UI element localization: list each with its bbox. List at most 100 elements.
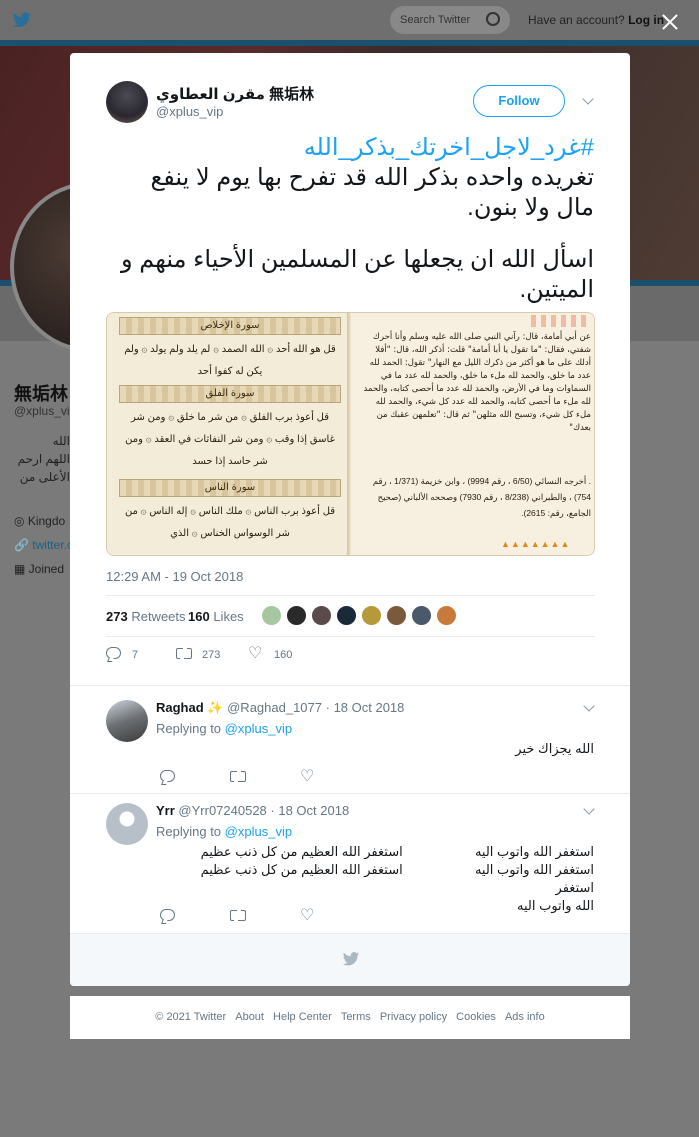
- reply-author-name[interactable]: Raghad: [156, 700, 204, 715]
- reply-actions: ♡: [160, 768, 360, 786]
- profile-name: 無垢林: [14, 384, 68, 404]
- top-navigation-bar: Search Twitter Have an account? Log in: [0, 0, 699, 40]
- reply-author-name[interactable]: Yrr: [156, 803, 175, 818]
- footer-privacy-link[interactable]: Privacy policy: [380, 1011, 447, 1023]
- tweet-stats: 273 Retweets 160 Likes: [106, 595, 595, 637]
- search-icon[interactable]: [486, 12, 500, 26]
- reply-item[interactable]: Raghad ✨ @Raghad_1077 · 18 Oct 2018 Repl…: [106, 700, 596, 795]
- footer-about-link[interactable]: About: [235, 1011, 264, 1023]
- chevron-down-icon[interactable]: [582, 95, 594, 107]
- retweet-count: 273: [202, 649, 221, 661]
- liker-avatar[interactable]: [436, 605, 457, 626]
- profile-bio: الله اللهم ارحم الأعلى من: [14, 432, 70, 486]
- reply-header: Raghad ✨ @Raghad_1077 · 18 Oct 2018: [156, 700, 404, 716]
- heart-icon[interactable]: ♡: [300, 908, 314, 924]
- retweet-icon[interactable]: [230, 908, 246, 922]
- location-text: Kingdo: [27, 514, 66, 528]
- replying-to-handle[interactable]: @xplus_vip: [225, 824, 292, 839]
- follow-button[interactable]: Follow: [473, 85, 565, 117]
- tweet-text-line: تغريده واحده بذكر الله قد تفرح بها يوم ل…: [150, 164, 594, 191]
- divider: [70, 793, 630, 794]
- search-input[interactable]: Search Twitter: [390, 6, 510, 34]
- tweet-timestamp[interactable]: 12:29 AM - 19 Oct 2018: [106, 569, 243, 584]
- liker-avatar[interactable]: [386, 605, 407, 626]
- twitter-bird-icon[interactable]: [12, 10, 32, 30]
- retweet-icon[interactable]: [230, 769, 246, 783]
- reply-icon[interactable]: [106, 647, 121, 659]
- website-text[interactable]: twitter.c: [32, 538, 73, 552]
- chevron-down-icon[interactable]: [583, 702, 595, 714]
- divider: [70, 685, 630, 686]
- reply-item[interactable]: Yrr @Yrr07240528 · 18 Oct 2018 Replying …: [106, 803, 596, 924]
- account-prompt-text: Have an account?: [528, 13, 625, 27]
- tweet-hashtag[interactable]: #غرد_لاجل_اخرتك_بذكر_الله: [106, 133, 594, 163]
- liker-avatar[interactable]: [311, 605, 332, 626]
- author-display-name[interactable]: مقرن العطاوي 無垢林: [156, 83, 314, 104]
- like-count: 160: [274, 649, 293, 661]
- replying-to: Replying to @xplus_vip: [156, 824, 292, 839]
- replying-label: Replying to: [156, 824, 222, 839]
- likes-count: 160: [188, 609, 210, 624]
- replying-to-handle[interactable]: @xplus_vip: [225, 721, 292, 736]
- tweet-actions: 7 273 ♡ 160: [106, 645, 595, 667]
- quran-verse: قل أعوذ برب الفلق ۞ من شر ما خلق ۞ ومن ش…: [125, 412, 335, 467]
- chevron-down-icon[interactable]: [583, 805, 595, 817]
- tweet-text-line: اسأل الله ان يجعلها عن المسلمين الأحياء …: [121, 246, 594, 273]
- hadith-page: عن أبي أمامة، قال: رآني النبي صلى الله ع…: [351, 313, 594, 555]
- heart-icon[interactable]: ♡: [248, 646, 262, 662]
- reply-text: الله يجزاك خير: [515, 741, 594, 756]
- replying-label: Replying to: [156, 721, 222, 736]
- reply-header: Yrr @Yrr07240528 · 18 Oct 2018: [156, 803, 349, 818]
- bio-line: الأعلى من: [19, 470, 70, 484]
- retweets-count: 273: [106, 609, 128, 624]
- tweet-text-line: مال ولا بنون.: [467, 194, 594, 221]
- twitter-bird-icon: [342, 952, 360, 966]
- reply-author-handle[interactable]: @Yrr07240528: [178, 803, 266, 818]
- retweets-label: Retweets: [131, 609, 186, 624]
- retweets-stat[interactable]: 273 Retweets: [106, 609, 186, 624]
- liker-avatar[interactable]: [261, 605, 282, 626]
- liker-avatar[interactable]: [286, 605, 307, 626]
- reply-author-handle[interactable]: @Raghad_1077: [227, 700, 322, 715]
- surah-title: سورة الإخلاص: [200, 320, 260, 331]
- profile-handle: @xplus_vi: [14, 404, 70, 418]
- footer-terms-link[interactable]: Terms: [341, 1011, 371, 1023]
- hadith-text: عن أبي أمامة، قال: رآني النبي صلى الله ع…: [363, 332, 591, 433]
- tweet-media-image[interactable]: سورة الإخلاص قل هو الله أحد ۞ الله الصمد…: [106, 312, 595, 556]
- author-handle[interactable]: @xplus_vip: [156, 104, 223, 119]
- footer-cookies-link[interactable]: Cookies: [456, 1011, 496, 1023]
- reply-icon[interactable]: [160, 770, 175, 782]
- reply-count: 7: [132, 649, 139, 661]
- flame-ornament: ▲▲▲▲▲▲▲: [501, 539, 571, 549]
- tweet-text-line: الميتين.: [519, 276, 594, 303]
- profile-website[interactable]: 🔗 twitter.c: [14, 538, 73, 552]
- author-avatar[interactable]: [106, 81, 148, 123]
- bio-line: اللهم ارحم: [17, 452, 70, 466]
- liker-avatar[interactable]: [361, 605, 382, 626]
- reply-avatar[interactable]: [106, 803, 148, 845]
- liker-avatar[interactable]: [336, 605, 357, 626]
- footer-copyright: © 2021 Twitter: [155, 1011, 227, 1023]
- modal-footer: [70, 933, 630, 986]
- tweet-modal: مقرن العطاوي 無垢林 @xplus_vip Follow #غرد_…: [70, 53, 630, 986]
- reply-date[interactable]: · 18 Oct 2018: [326, 700, 405, 715]
- retweet-icon[interactable]: [176, 646, 192, 660]
- quran-page: سورة الإخلاص قل هو الله أحد ۞ الله الصمد…: [107, 313, 351, 555]
- page-footer: © 2021 Twitter About Help Center Terms P…: [70, 996, 630, 1039]
- quran-verse: قل أعوذ برب الناس ۞ ملك الناس ۞ إله النا…: [124, 506, 336, 539]
- liker-avatar[interactable]: [411, 605, 432, 626]
- footer-help-link[interactable]: Help Center: [273, 1011, 332, 1023]
- page-ornament: [531, 315, 591, 327]
- heart-icon[interactable]: ♡: [300, 769, 314, 785]
- tweet-text: #غرد_لاجل_اخرتك_بذكر_الله تغريده واحده ب…: [106, 133, 594, 305]
- reply-date[interactable]: · 18 Oct 2018: [270, 803, 349, 818]
- likes-stat[interactable]: 160 Likes: [188, 609, 244, 624]
- reply-avatar[interactable]: [106, 700, 148, 742]
- quran-verse: قل هو الله أحد ۞ الله الصمد ۞ لم يلد ولم…: [124, 344, 336, 377]
- footer-ads-link[interactable]: Ads info: [505, 1011, 545, 1023]
- surah-header: سورة الناس: [119, 479, 341, 497]
- close-icon[interactable]: [656, 8, 684, 36]
- reply-icon[interactable]: [160, 909, 175, 921]
- likes-label: Likes: [213, 609, 244, 624]
